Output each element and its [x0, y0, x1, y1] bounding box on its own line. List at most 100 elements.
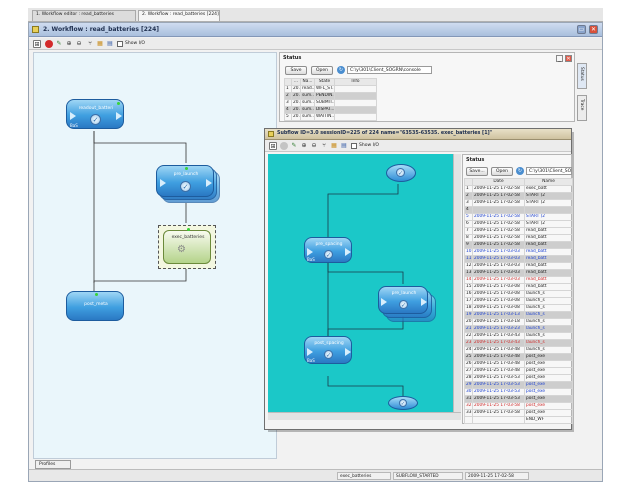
edit-icon[interactable]: ✎: [55, 40, 63, 48]
close-icon[interactable]: ✕: [589, 25, 598, 34]
open-button[interactable]: Open: [491, 167, 513, 176]
table-row[interactable]: 220...sum...PENDIN...: [284, 92, 377, 100]
column-header[interactable]: [464, 178, 473, 186]
close-icon[interactable]: ✕: [565, 55, 572, 62]
table-row[interactable]: 120...read...WFL_ST...: [284, 85, 377, 93]
table-row[interactable]: 320...sum...SUBMIT...: [284, 99, 377, 107]
table-row[interactable]: 21 2009-11-25 17-03-23 launch_s: [464, 325, 573, 333]
table-row[interactable]: 24 2009-11-25 17-03-48 launch_s: [464, 346, 573, 354]
table-row[interactable]: 10 2009-11-25 17-03-03 read_batt: [464, 248, 573, 256]
chart-icon[interactable]: ▦: [96, 40, 104, 48]
table-row[interactable]: 13 2009-11-25 17-03-03 read_batt: [464, 269, 573, 277]
canvas-horizontal-scrollbar[interactable]: [268, 412, 461, 420]
table-row[interactable]: 8 2009-11-25 17-02-58 read_batt: [464, 234, 573, 242]
column-header[interactable]: [284, 78, 292, 86]
stop-icon[interactable]: [280, 142, 288, 150]
side-tab-trace[interactable]: Trace: [577, 95, 587, 121]
table-row[interactable]: 15 2009-11-25 17-03-08 read_batt: [464, 283, 573, 291]
cell: post_exe: [524, 409, 573, 417]
table-row[interactable]: 14 2009-11-25 17-03-03 read_batt: [464, 276, 573, 284]
table-row[interactable]: 9 2009-11-25 17-02-58 read_batt: [464, 241, 573, 249]
table-row[interactable]: 3 2009-11-25 17-02-58 START (2: [464, 199, 573, 207]
tab-workflow-run[interactable]: 2. Workflow : read_batteries [224]: [138, 10, 220, 21]
cell: 2009-11-25 17-03-23: [472, 325, 525, 333]
table-row[interactable]: 4: [464, 206, 573, 214]
profiles-tab[interactable]: Profiles: [35, 460, 71, 469]
save-button[interactable]: Save: [285, 66, 307, 75]
table-row[interactable]: 12 2009-11-25 17-03-03 read_batt: [464, 262, 573, 270]
node-label: post_meta: [84, 302, 108, 307]
workflow-node-post[interactable]: post_meta: [66, 291, 124, 321]
column-header[interactable]: ...: [291, 78, 301, 86]
tree-icon[interactable]: ⑂: [86, 40, 94, 48]
workflow-node-readout[interactable]: readout_batteri ✓ BaS: [66, 99, 124, 129]
table-row[interactable]: END_WF: [464, 416, 573, 424]
tab-workflow-editor[interactable]: 1. Workflow editor : read_batteries: [32, 10, 136, 21]
subflow-node-pre-launch[interactable]: pre_launch ✓: [378, 286, 428, 314]
log-path-field[interactable]: C:\y\301\Client_SOGRN\console: [347, 66, 432, 74]
grid-icon[interactable]: ▤: [340, 142, 348, 150]
layout-icon[interactable]: ⊞: [269, 142, 277, 150]
canvas-vertical-scrollbar[interactable]: [453, 154, 461, 412]
refresh-icon[interactable]: ↻: [516, 167, 524, 175]
table-row[interactable]: 26 2009-11-25 17-03-48 post_exe: [464, 360, 573, 368]
subflow-node-pre-spacing[interactable]: pre_spacing ✓ BaS: [304, 237, 352, 263]
table-row[interactable]: 33 2009-11-25 17-03-58 post_exe: [464, 409, 573, 417]
subflow-node-post-spacing[interactable]: post_spacing ✓ BaS: [304, 336, 352, 364]
subflow-canvas[interactable]: ✓ pre_spacing ✓ BaS pre_launch ✓ post_sp…: [268, 154, 453, 412]
table-row[interactable]: 420...sum...DISPAT...: [284, 106, 377, 114]
zoom-in-icon[interactable]: ⊕: [300, 142, 308, 150]
end-node[interactable]: ✓: [388, 396, 418, 410]
table-row[interactable]: 23 2009-11-25 17-03-43 launch_s: [464, 339, 573, 347]
table-row[interactable]: 5 2009-11-25 17-02-58 START (2: [464, 213, 573, 221]
column-header[interactable]: Info: [334, 78, 377, 86]
table-row[interactable]: 25 2009-11-25 17-03-48 post_exe: [464, 353, 573, 361]
cell: 2009-11-25 17-02-58: [472, 213, 525, 221]
show-io-checkbox[interactable]: [351, 143, 357, 149]
table-row[interactable]: 31 2009-11-25 17-03-53 post_exe: [464, 395, 573, 403]
layout-icon[interactable]: ⊞: [33, 40, 41, 48]
zoom-out-icon[interactable]: ⊖: [310, 142, 318, 150]
table-row[interactable]: 520...sum...WAITIN...: [284, 113, 377, 121]
table-row[interactable]: 16 2009-11-25 17-03-08 launch_s: [464, 290, 573, 298]
workflow-node-pre-launch[interactable]: pre_launch ✓: [156, 165, 214, 197]
table-row[interactable]: 6 2009-11-25 17-02-58 START (2: [464, 220, 573, 228]
workflow-canvas[interactable]: readout_batteri ✓ BaS pre_launch ✓ exec_…: [33, 52, 277, 459]
table-row[interactable]: 11 2009-11-25 17-03-03 read_batt: [464, 255, 573, 263]
table-row[interactable]: 20 2009-11-25 17-03-18 launch_s: [464, 318, 573, 326]
zoom-in-icon[interactable]: ⊕: [65, 40, 73, 48]
table-row[interactable]: 17 2009-11-25 17-03-08 launch_s: [464, 297, 573, 305]
side-tab-status[interactable]: Status: [577, 63, 587, 89]
table-row[interactable]: 19 2009-11-25 17-03-13 launch_s: [464, 311, 573, 319]
column-header[interactable]: State: [314, 78, 335, 86]
table-row[interactable]: 28 2009-11-25 17-03-53 post_exe: [464, 374, 573, 382]
minimize-icon[interactable]: _: [556, 55, 563, 62]
table-row[interactable]: 30 2009-11-25 17-03-53 post_exe: [464, 388, 573, 396]
grid-icon[interactable]: ▤: [106, 40, 114, 48]
table-row[interactable]: 7 2009-11-25 17-02-58 read_batt: [464, 227, 573, 235]
show-io-checkbox[interactable]: [117, 41, 123, 47]
table-row[interactable]: 32 2009-11-25 17-03-58 post_exe: [464, 402, 573, 410]
table-row[interactable]: 1 2009-11-25 17-02-58 exec_batt: [464, 185, 573, 193]
save-button[interactable]: Save...: [466, 167, 488, 176]
column-header[interactable]: Name: [524, 178, 573, 186]
column-header[interactable]: Na...: [300, 78, 315, 86]
workflow-node-exec-batteries[interactable]: exec_batteries ⚙: [158, 225, 216, 269]
chart-icon[interactable]: ▦: [330, 142, 338, 150]
restore-icon[interactable]: ▭: [577, 25, 586, 34]
edit-icon[interactable]: ✎: [290, 142, 298, 150]
start-node[interactable]: ✓: [386, 164, 416, 182]
tree-icon[interactable]: ⑂: [320, 142, 328, 150]
table-row[interactable]: 18 2009-11-25 17-03-08 launch_s: [464, 304, 573, 312]
table-row[interactable]: 29 2009-11-25 17-03-53 post_exe: [464, 381, 573, 389]
log-path-field[interactable]: C:\y\301\Client_SOG: [526, 167, 572, 175]
zoom-out-icon[interactable]: ⊖: [75, 40, 83, 48]
table-row[interactable]: 22 2009-11-25 17-03-43 launch_s: [464, 332, 573, 340]
table-row[interactable]: 2 2009-11-25 17-02-58 START (2: [464, 192, 573, 200]
stop-icon[interactable]: [45, 40, 53, 48]
refresh-icon[interactable]: ↻: [337, 66, 345, 74]
table-row[interactable]: 27 2009-11-25 17-03-48 post_exe: [464, 367, 573, 375]
cell: launch_s: [524, 304, 573, 312]
column-header[interactable]: Date: [472, 178, 525, 186]
open-button[interactable]: Open: [311, 66, 333, 75]
